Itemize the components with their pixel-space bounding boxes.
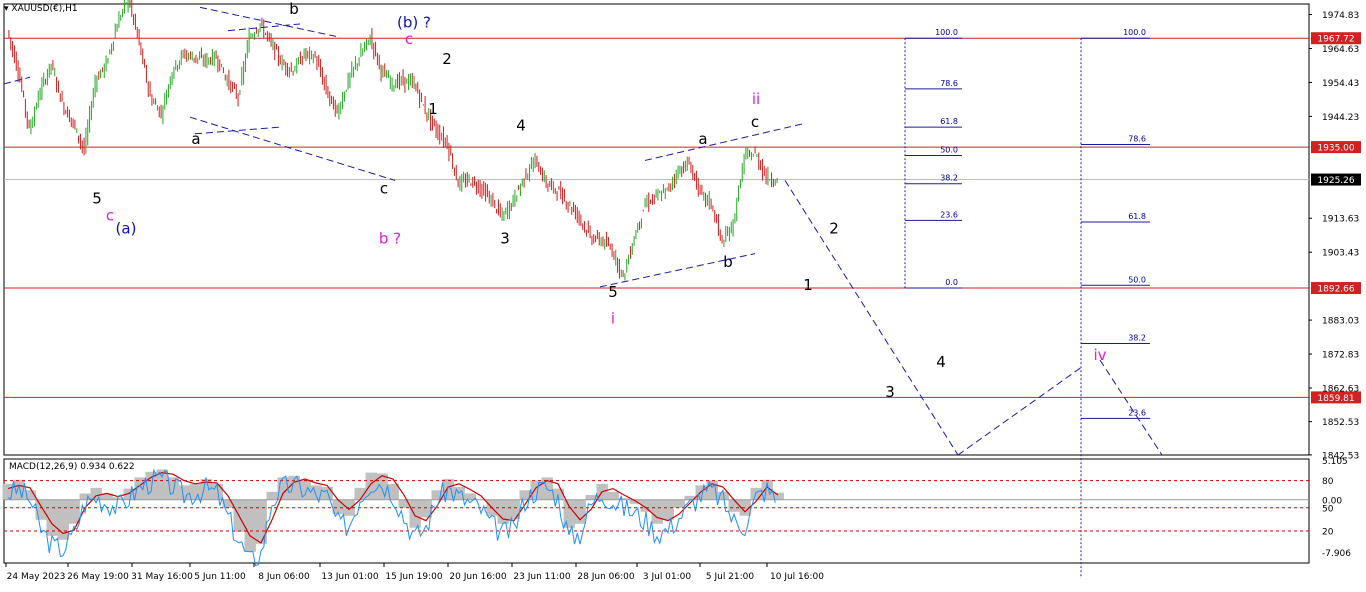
wave-label: 3 <box>500 230 510 248</box>
symbol-label: XAUUSD(€),H1 <box>11 4 78 14</box>
macd-histogram-bar <box>508 499 520 519</box>
macd-histogram-bar <box>90 487 102 500</box>
fib-1-level-label: 100.0 <box>935 28 958 37</box>
macd-y-tick-label: 50 <box>1322 504 1334 514</box>
macd-y-tick-label: 80 <box>1322 477 1334 487</box>
x-axis-tick-label: 24 May 2023 <box>7 572 66 582</box>
y-axis-tick-label: 1903.43 <box>1322 249 1359 259</box>
fib-2-level-label: 78.6 <box>1128 134 1146 143</box>
y-axis-tick-label: 1872.83 <box>1322 351 1359 361</box>
macd-histogram-bar <box>365 472 377 500</box>
macd-histogram-bar <box>321 487 333 500</box>
wave-label: 2 <box>442 50 452 68</box>
wave-label: 4 <box>936 353 946 371</box>
wave-label: b <box>289 0 299 18</box>
fib-2-level-label: 50.0 <box>1128 275 1146 284</box>
wave-label: 3 <box>885 383 895 401</box>
wave-label: b <box>723 253 733 271</box>
price-level-label: 1935.00 <box>1317 144 1354 154</box>
wave-label: (a) <box>116 220 137 238</box>
fib-1-level-label: 61.8 <box>940 117 958 126</box>
macd-histogram-bar <box>673 499 685 508</box>
price-level-label: 1892.66 <box>1317 285 1354 295</box>
macd-histogram-bar <box>68 499 80 524</box>
fib-2-level-label: 38.2 <box>1128 333 1146 342</box>
price-level-label: 1925.26 <box>1317 176 1354 186</box>
macd-histogram-bar <box>750 487 762 500</box>
wave-label: a <box>191 130 200 148</box>
wave-label: ii <box>752 90 760 108</box>
macd-histogram-bar <box>266 491 278 500</box>
wave-label: i <box>611 310 615 328</box>
wave-label: c <box>405 30 413 48</box>
wave-label: 4 <box>516 116 526 134</box>
x-axis-tick-label: 8 Jun 06:00 <box>258 572 310 582</box>
fib-2-level-label: 100.0 <box>1123 28 1146 37</box>
triangle-down-icon: ▾ <box>4 4 9 14</box>
symbol-title: ▾ XAUUSD(€),H1 <box>4 4 78 14</box>
x-axis-tick-label: 10 Jul 16:00 <box>770 572 824 582</box>
x-axis-tick-label: 23 Jun 11:00 <box>513 572 570 582</box>
x-axis-tick-label: 5 Jul 21:00 <box>706 572 755 582</box>
x-axis-tick-label: 28 Jun 06:00 <box>577 572 634 582</box>
wave-label: 1 <box>803 276 813 294</box>
y-axis-tick-label: 1944.23 <box>1322 113 1359 123</box>
wave-label: 1 <box>428 100 438 118</box>
macd-title: MACD(12,26,9) 0.934 0.622 <box>9 462 135 472</box>
x-axis-tick-label: 31 May 16:00 <box>131 572 193 582</box>
price-level-label: 1967.72 <box>1317 35 1354 45</box>
macd-y-tick-label: -7.906 <box>1322 549 1351 559</box>
y-axis-tick-label: 1883.03 <box>1322 317 1359 327</box>
fib-1-level-label: 50.0 <box>940 145 958 154</box>
macd-histogram-bar <box>178 485 190 500</box>
y-axis-tick-label: 1954.43 <box>1322 79 1359 89</box>
y-axis-tick-label: 1913.63 <box>1322 215 1359 225</box>
x-axis-tick-label: 3 Jul 01:00 <box>643 572 692 582</box>
wave-label: b ? <box>379 230 401 248</box>
x-axis-tick-label: 13 Jun 01:00 <box>321 572 378 582</box>
macd-histogram-bar <box>728 499 740 512</box>
macd-histogram-bar <box>662 499 674 520</box>
y-axis-tick-label: 1974.83 <box>1322 11 1359 21</box>
y-axis-tick-label: 1852.53 <box>1322 418 1359 428</box>
x-axis-tick-label: 5 Jun 11:00 <box>194 572 246 582</box>
fib-1-level-label: 23.6 <box>940 210 958 219</box>
x-axis-tick-label: 20 Jun 16:00 <box>449 572 506 582</box>
y-axis-tick-label: 1964.63 <box>1322 45 1359 55</box>
macd-y-tick-label: 5.105 <box>1322 457 1348 467</box>
wave-label: c <box>106 206 114 224</box>
macd-histogram-bar <box>607 491 619 500</box>
fib-1-level-label: 0.0 <box>945 278 958 287</box>
wave-label: (b) ? <box>397 13 431 31</box>
wave-label: 2 <box>829 220 839 238</box>
wave-label: 5 <box>92 190 102 208</box>
fib-2-level-label: 61.8 <box>1128 212 1146 221</box>
wave-label: 5 <box>608 283 618 301</box>
wave-label: a <box>698 130 707 148</box>
wave-label: iv <box>1093 346 1106 364</box>
macd-y-tick-label: 20 <box>1322 527 1334 537</box>
macd-histogram-bar <box>651 499 663 524</box>
fib-1-level-label: 78.6 <box>940 79 958 88</box>
x-axis-tick-label: 15 Jun 19:00 <box>385 572 442 582</box>
wave-label: c <box>751 113 759 131</box>
price-chart[interactable]: 1967.72 1935.00 1925.26 1892.66 1859.81 100.… <box>0 0 1366 588</box>
chart-window: ▾ XAUUSD(€),H1 MACD(12,26,9) 0.934 0.622… <box>0 0 1366 588</box>
fib-1-level-label: 38.2 <box>940 174 958 183</box>
wave-label: c <box>380 180 388 198</box>
x-axis-tick-label: 26 May 19:00 <box>67 572 129 582</box>
price-level-label: 1859.81 <box>1317 394 1354 404</box>
macd-histogram-bar <box>409 499 421 528</box>
y-axis-tick-label: 1862.63 <box>1322 384 1359 394</box>
